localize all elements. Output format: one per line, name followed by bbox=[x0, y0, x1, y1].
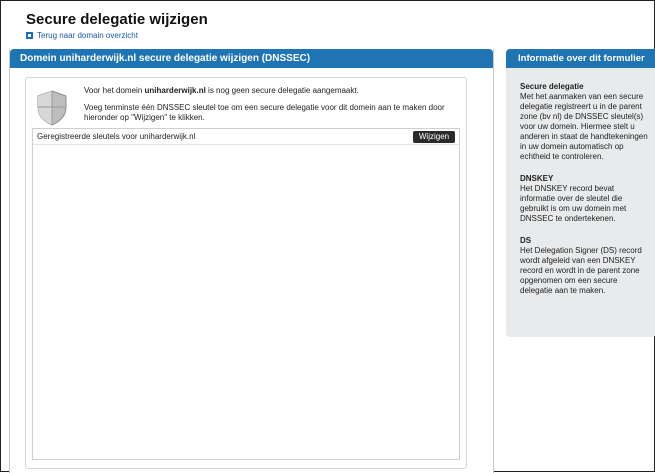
back-arrow-icon bbox=[26, 32, 33, 39]
info-section-secure-delegatie: Secure delegatie Met het aanmaken van ee… bbox=[520, 82, 648, 162]
info-section-ds: DS Het Delegation Signer (DS) record wor… bbox=[520, 236, 648, 296]
intro-text: Voor het domein uniharderwijk.nl is nog … bbox=[84, 86, 459, 130]
edit-button[interactable]: Wijzigen bbox=[413, 131, 455, 143]
registered-keys-box: Geregistreerde sleutels voor uniharderwi… bbox=[32, 128, 460, 460]
info-section-text: Het Delegation Signer (DS) record wordt … bbox=[520, 246, 642, 295]
keys-header-divider bbox=[33, 144, 459, 145]
shield-icon bbox=[37, 90, 67, 126]
main-panel-header: Domein uniharderwijk.nl secure delegatie… bbox=[10, 49, 493, 68]
registered-keys-label: Geregistreerde sleutels voor uniharderwi… bbox=[37, 132, 196, 141]
info-section-text: Het DNSKEY record bevat informatie over … bbox=[520, 184, 627, 223]
info-section-title: DNSKEY bbox=[520, 174, 554, 183]
page-frame: Secure delegatie wijzigen Terug naar dom… bbox=[0, 0, 655, 473]
info-panel-header: Informatie over dit formulier bbox=[506, 49, 655, 68]
no-delegation-message: Voor het domein uniharderwijk.nl is nog … bbox=[84, 86, 359, 95]
domain-name: uniharderwijk.nl bbox=[144, 86, 206, 95]
info-section-title: Secure delegatie bbox=[520, 82, 584, 91]
back-link-label[interactable]: Terug naar domain overzicht bbox=[37, 31, 138, 40]
page-title: Secure delegatie wijzigen bbox=[26, 11, 208, 28]
main-panel: Domein uniharderwijk.nl secure delegatie… bbox=[9, 49, 494, 473]
content-box: Voor het domein uniharderwijk.nl is nog … bbox=[25, 77, 467, 469]
back-to-domain-overview-link[interactable]: Terug naar domain overzicht bbox=[26, 31, 138, 40]
info-panel-body: Secure delegatie Met het aanmaken van ee… bbox=[506, 68, 655, 296]
info-section-dnskey: DNSKEY Het DNSKEY record bevat informati… bbox=[520, 174, 648, 224]
info-panel: Informatie over dit formulier Secure del… bbox=[506, 49, 655, 337]
instruction-message: Voeg tenminste één DNSSEC sleutel toe om… bbox=[84, 103, 445, 122]
info-section-title: DS bbox=[520, 236, 532, 245]
info-section-text: Met het aanmaken van een secure delegati… bbox=[520, 92, 648, 161]
